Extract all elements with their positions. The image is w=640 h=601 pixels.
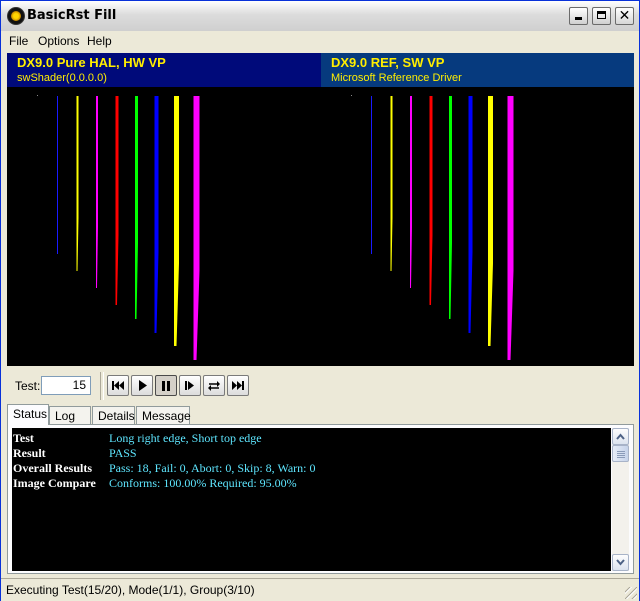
window-title: BasicRst Fill: [27, 8, 117, 23]
tab-strip: Status Log Details Message: [7, 404, 634, 425]
test-label: Test:: [15, 379, 41, 393]
status-value: Pass: 18, Fail: 0, Abort: 0, Skip: 8, Wa…: [109, 461, 316, 475]
menu-file[interactable]: File: [9, 34, 28, 48]
tab-log[interactable]: Log: [49, 406, 91, 424]
status-scrollbar[interactable]: [612, 428, 629, 571]
status-console: Test Long right edge, Short top edge Res…: [12, 428, 611, 571]
render-line: [154, 96, 159, 333]
scroll-thumb[interactable]: [612, 445, 629, 462]
app-window: BasicRst Fill ✕ File Options Help DX9.0 …: [0, 0, 640, 601]
scroll-up-button[interactable]: [612, 428, 629, 445]
skip-to-start-button[interactable]: [107, 375, 129, 396]
skip-to-end-button[interactable]: [227, 375, 249, 396]
menu-bar: File Options Help: [1, 31, 639, 51]
pane-header-ref: DX9.0 REF, SW VP Microsoft Reference Dri…: [321, 53, 634, 87]
render-line: [488, 96, 493, 346]
render-line: [449, 96, 452, 319]
pane-subtitle-hal: swShader(0.0.0.0): [17, 72, 107, 84]
status-value: Conforms: 100.00% Required: 95.00%: [109, 476, 297, 490]
status-value: Long right edge, Short top edge: [109, 431, 262, 445]
render-lines-ref: [351, 95, 514, 360]
directx-icon: [7, 7, 25, 25]
pause-button[interactable]: [155, 375, 177, 396]
render-line: [76, 96, 79, 271]
play-button[interactable]: [131, 375, 153, 396]
repeat-button[interactable]: [203, 375, 225, 396]
render-line: [135, 96, 138, 319]
status-bar-text: Executing Test(15/20), Mode(1/1), Group(…: [6, 583, 255, 597]
step-forward-button[interactable]: [179, 375, 201, 396]
render-viewport: DX9.0 Pure HAL, HW VP swShader(0.0.0.0) …: [7, 53, 634, 366]
play-icon: [139, 380, 147, 391]
repeat-icon: [208, 381, 220, 391]
chevron-up-icon: [616, 433, 625, 440]
pane-header-hal: DX9.0 Pure HAL, HW VP swShader(0.0.0.0): [7, 53, 321, 87]
menu-options[interactable]: Options: [38, 34, 79, 48]
status-bar: Executing Test(15/20), Mode(1/1), Group(…: [1, 578, 639, 601]
render-line: [507, 96, 514, 360]
menu-help[interactable]: Help: [87, 34, 112, 48]
test-number-input[interactable]: 15: [41, 376, 91, 395]
render-dot: [37, 95, 38, 96]
status-value: PASS: [109, 446, 137, 460]
maximize-icon: [597, 11, 606, 19]
render-line: [57, 96, 58, 254]
skip-to-end-icon: [232, 381, 244, 390]
render-line: [390, 96, 393, 271]
status-key: Image Compare: [13, 476, 96, 490]
resize-grip-icon[interactable]: [625, 587, 637, 599]
status-key: Overall Results: [13, 461, 92, 475]
test-toolbar: Test: 15: [7, 370, 634, 402]
minimize-button[interactable]: [569, 7, 588, 25]
render-dot: [351, 95, 352, 96]
tab-status[interactable]: Status: [7, 404, 49, 425]
skip-to-start-icon: [112, 381, 124, 390]
status-key: Test: [13, 431, 34, 445]
render-image-hal: [7, 87, 321, 366]
render-line: [429, 96, 433, 305]
pane-title-ref: DX9.0 REF, SW VP: [331, 55, 445, 70]
render-line: [193, 96, 200, 360]
tab-details[interactable]: Details: [92, 406, 135, 424]
status-key: Result: [13, 446, 46, 460]
chevron-down-icon: [616, 559, 625, 566]
tab-message[interactable]: Message: [136, 406, 191, 424]
render-line: [174, 96, 179, 346]
close-icon: ✕: [618, 8, 631, 24]
close-button[interactable]: ✕: [615, 7, 634, 25]
maximize-button[interactable]: [592, 7, 611, 25]
scroll-down-button[interactable]: [612, 554, 629, 571]
status-panel: Test Long right edge, Short top edge Res…: [7, 424, 634, 574]
toolbar-divider: [100, 372, 104, 400]
pane-subtitle-ref: Microsoft Reference Driver: [331, 72, 462, 84]
render-line: [115, 96, 119, 305]
pause-icon: [162, 381, 170, 391]
minimize-icon: [575, 17, 582, 20]
title-bar[interactable]: BasicRst Fill ✕: [1, 1, 639, 32]
pane-title-hal: DX9.0 Pure HAL, HW VP: [17, 55, 166, 70]
render-image-ref: [321, 87, 634, 366]
render-line: [468, 96, 473, 333]
render-line: [410, 96, 412, 288]
render-line: [371, 96, 372, 254]
render-line: [96, 96, 98, 288]
step-forward-icon: [185, 381, 194, 390]
render-lines-hal: [37, 95, 200, 360]
